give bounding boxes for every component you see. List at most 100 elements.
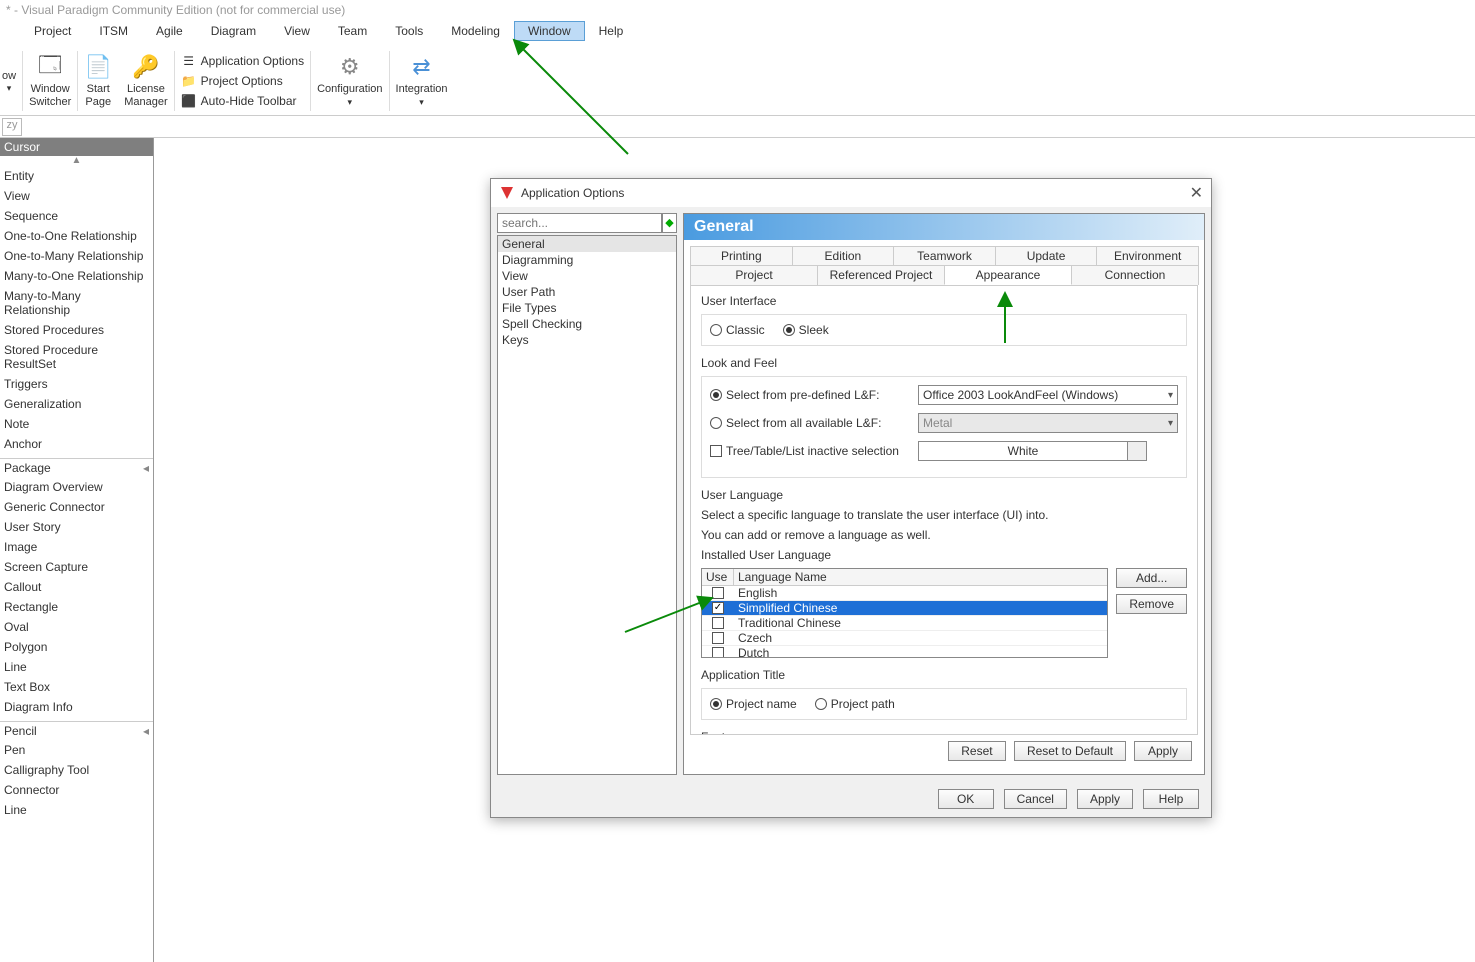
tool-item[interactable]: Many-to-One Relationship xyxy=(0,266,153,286)
menu-item-view[interactable]: View xyxy=(270,21,324,41)
tool-item[interactable]: Line xyxy=(0,800,153,820)
tool-item[interactable]: One-to-One Relationship xyxy=(0,226,153,246)
ok-button[interactable]: OK xyxy=(938,789,994,809)
menu-item-modeling[interactable]: Modeling xyxy=(437,21,514,41)
zy-box[interactable]: zy xyxy=(2,118,22,136)
tool-item[interactable]: Diagram Overview xyxy=(0,477,153,497)
inactive-color-field[interactable]: White xyxy=(918,441,1128,461)
search-go-button[interactable]: ◆ xyxy=(662,213,677,233)
apply-button[interactable]: Apply xyxy=(1134,741,1192,761)
tool-item[interactable]: One-to-Many Relationship xyxy=(0,246,153,266)
footer-apply-button[interactable]: Apply xyxy=(1077,789,1133,809)
classic-radio[interactable]: Classic xyxy=(710,323,765,337)
tool-item[interactable]: Rectangle xyxy=(0,597,153,617)
tool-item[interactable]: User Story xyxy=(0,517,153,537)
side-header-pencil[interactable]: Pencil ◂ xyxy=(0,722,153,740)
category-item[interactable]: View xyxy=(498,268,676,284)
tool-item[interactable]: Generic Connector xyxy=(0,497,153,517)
tool-item[interactable]: Generalization xyxy=(0,394,153,414)
use-checkbox[interactable] xyxy=(712,602,724,614)
tool-item[interactable]: Callout xyxy=(0,577,153,597)
tool-item[interactable]: Many-to-Many Relationship xyxy=(0,286,153,320)
menu-item-itsm[interactable]: ITSM xyxy=(85,21,142,41)
tool-item[interactable]: Pen xyxy=(0,740,153,760)
menu-item-agile[interactable]: Agile xyxy=(142,21,197,41)
sleek-radio[interactable]: Sleek xyxy=(783,323,829,337)
category-item[interactable]: File Types xyxy=(498,300,676,316)
tool-item[interactable]: Polygon xyxy=(0,637,153,657)
start-page-button[interactable]: 📄 Start Page xyxy=(78,51,118,111)
license-manager-button[interactable]: 🔑 License Manager xyxy=(118,51,173,111)
project-name-radio[interactable]: Project name xyxy=(710,697,797,711)
add-language-button[interactable]: Add... xyxy=(1116,568,1187,588)
tool-item[interactable]: Screen Capture xyxy=(0,557,153,577)
reset-default-button[interactable]: Reset to Default xyxy=(1014,741,1126,761)
menu-item-diagram[interactable]: Diagram xyxy=(197,21,270,41)
tab-connection[interactable]: Connection xyxy=(1071,265,1199,285)
tool-item[interactable]: Stored Procedures xyxy=(0,320,153,340)
menu-item-team[interactable]: Team xyxy=(324,21,381,41)
tab-appearance[interactable]: Appearance xyxy=(944,265,1072,285)
all-lf-radio[interactable]: Select from all available L&F: xyxy=(710,416,910,430)
tool-item[interactable]: Oval xyxy=(0,617,153,637)
tool-item[interactable]: Triggers xyxy=(0,374,153,394)
window-switcher-button[interactable]: 🗔 Window Switcher xyxy=(23,51,77,111)
tool-item[interactable]: Entity xyxy=(0,166,153,186)
tab-project[interactable]: Project xyxy=(690,265,818,285)
ribbon-ow[interactable]: ow ▾ xyxy=(0,66,22,96)
cancel-button[interactable]: Cancel xyxy=(1004,789,1067,809)
collapse-arrow-icon[interactable]: ▲ xyxy=(0,156,153,166)
tool-item[interactable]: Calligraphy Tool xyxy=(0,760,153,780)
category-item[interactable]: User Path xyxy=(498,284,676,300)
tool-item[interactable]: View xyxy=(0,186,153,206)
tool-item[interactable]: Line xyxy=(0,657,153,677)
tab-referenced-project[interactable]: Referenced Project xyxy=(817,265,945,285)
project-path-radio[interactable]: Project path xyxy=(815,697,895,711)
application-options-button[interactable]: ☰ Application Options xyxy=(181,51,304,71)
use-checkbox[interactable] xyxy=(712,617,724,629)
language-row[interactable]: Simplified Chinese xyxy=(702,601,1107,616)
use-checkbox[interactable] xyxy=(712,632,724,644)
side-header-cursor[interactable]: Cursor xyxy=(0,138,153,156)
menu-item-project[interactable]: Project xyxy=(20,21,85,41)
use-checkbox[interactable] xyxy=(712,587,724,599)
category-item[interactable]: Keys xyxy=(498,332,676,348)
configuration-button[interactable]: ⚙ Configuration▾ xyxy=(311,51,388,111)
help-button[interactable]: Help xyxy=(1143,789,1199,809)
menu-item-window[interactable]: Window xyxy=(514,21,585,41)
language-table[interactable]: Use Language Name EnglishSimplified Chin… xyxy=(701,568,1108,658)
menu-item-tools[interactable]: Tools xyxy=(381,21,437,41)
category-item[interactable]: Spell Checking xyxy=(498,316,676,332)
project-options-button[interactable]: 📁 Project Options xyxy=(181,71,304,91)
auto-hide-toolbar-button[interactable]: ⬛ Auto-Hide Toolbar xyxy=(181,91,304,111)
tool-item[interactable]: Image xyxy=(0,537,153,557)
use-checkbox[interactable] xyxy=(712,647,724,658)
tool-item[interactable]: Sequence xyxy=(0,206,153,226)
tool-item[interactable]: Connector xyxy=(0,780,153,800)
integration-button[interactable]: ⇄ Integration▾ xyxy=(390,51,454,111)
remove-language-button[interactable]: Remove xyxy=(1116,594,1187,614)
tree-inactive-checkbox[interactable]: Tree/Table/List inactive selection xyxy=(710,444,910,458)
predef-lf-radio[interactable]: Select from pre-defined L&F: xyxy=(710,388,910,402)
tab-environment[interactable]: Environment xyxy=(1096,246,1199,265)
tool-item[interactable]: Stored Procedure ResultSet xyxy=(0,340,153,374)
tool-item[interactable]: Note xyxy=(0,414,153,434)
reset-button[interactable]: Reset xyxy=(948,741,1006,761)
tool-item[interactable]: Text Box xyxy=(0,677,153,697)
dialog-close-button[interactable]: ✕ xyxy=(1190,183,1203,203)
language-row[interactable]: English xyxy=(702,586,1107,601)
tool-item[interactable]: Diagram Info xyxy=(0,697,153,717)
color-picker-button[interactable] xyxy=(1127,441,1147,461)
language-row[interactable]: Czech xyxy=(702,631,1107,646)
menu-item-help[interactable]: Help xyxy=(585,21,638,41)
category-item[interactable]: General xyxy=(498,236,676,252)
category-item[interactable]: Diagramming xyxy=(498,252,676,268)
predef-lf-combo[interactable]: Office 2003 LookAndFeel (Windows) xyxy=(918,385,1178,405)
tab-printing[interactable]: Printing xyxy=(690,246,793,265)
language-row[interactable]: Traditional Chinese xyxy=(702,616,1107,631)
tab-update[interactable]: Update xyxy=(995,246,1098,265)
tab-teamwork[interactable]: Teamwork xyxy=(893,246,996,265)
side-header-package[interactable]: Package ◂ xyxy=(0,459,153,477)
search-input[interactable] xyxy=(497,213,662,233)
tab-edition[interactable]: Edition xyxy=(792,246,895,265)
